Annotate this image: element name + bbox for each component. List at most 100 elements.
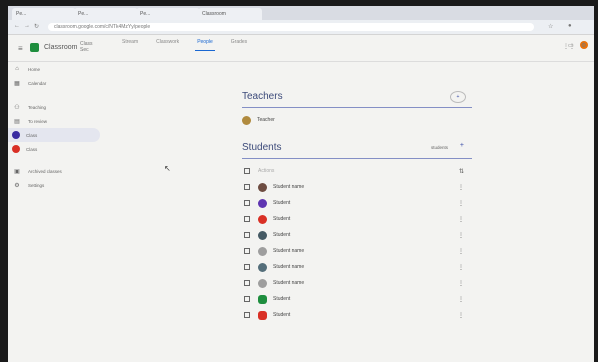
table-row[interactable]: Student ⋮ (242, 307, 472, 323)
table-row[interactable]: Student ⋮ (242, 195, 472, 211)
avatar (258, 278, 267, 288)
table-row[interactable]: Student ⋮ (242, 291, 472, 307)
divider (242, 158, 472, 159)
sort-icon[interactable]: ⇅ (459, 168, 464, 175)
class-avatar (12, 131, 20, 139)
row-checkbox[interactable] (244, 280, 250, 286)
teachers-heading: Teachers (242, 91, 283, 102)
sidebar-item-settings[interactable]: ⚙ Settings (8, 178, 100, 192)
sidebar: ⌂ Home ▦ Calendar ⚇ Teaching ▤ To review Cla… (8, 62, 100, 192)
back-icon[interactable]: ← (14, 23, 20, 29)
more-vert-icon[interactable]: ⋮ (458, 312, 464, 319)
more-vert-icon[interactable]: ⋮ (458, 184, 464, 191)
sidebar-item-to-review[interactable]: ▤ To review (8, 114, 100, 128)
class-section: Sec (80, 47, 89, 53)
profile-icon[interactable]: ● (568, 23, 572, 29)
classroom-logo-icon (30, 43, 39, 52)
more-vert-icon[interactable]: ⋮ (458, 280, 464, 287)
student-name: Student (273, 216, 291, 222)
row-checkbox[interactable] (244, 312, 250, 318)
table-row[interactable]: Student name ⋮ (242, 243, 472, 259)
row-checkbox[interactable] (244, 296, 250, 302)
app-header: ≡ Classroom Class Sec ⋮⋮ (8, 35, 594, 62)
more-vert-icon[interactable]: ⋮ (458, 216, 464, 223)
archive-icon: ▣ (14, 168, 20, 175)
avatar (258, 230, 267, 240)
row-checkbox[interactable] (244, 232, 250, 238)
people-icon: ⚇ (14, 104, 20, 111)
student-name: Student name (273, 184, 305, 190)
more-vert-icon[interactable]: ⋮ (458, 232, 464, 239)
select-all-checkbox[interactable] (244, 168, 250, 174)
table-row[interactable]: Student ⋮ (242, 211, 472, 227)
more-vert-icon[interactable]: ⋮ (458, 248, 464, 255)
sidebar-item-teaching[interactable]: ⚇ Teaching (8, 100, 100, 114)
row-checkbox[interactable] (244, 248, 250, 254)
sidebar-item-class[interactable]: Class (8, 128, 100, 142)
forward-icon[interactable]: → (24, 23, 30, 29)
divider (242, 107, 472, 108)
row-checkbox[interactable] (244, 264, 250, 270)
browser-tab[interactable]: Pe... (74, 8, 138, 20)
star-icon[interactable]: ☆ (548, 23, 553, 30)
table-row[interactable]: Student ⋮ (242, 227, 472, 243)
select-all-row: Actions ⇅ (242, 163, 472, 179)
avatar (258, 310, 267, 320)
breadcrumb[interactable]: Class Sec (80, 41, 110, 53)
actions-dropdown[interactable]: Actions (258, 168, 274, 174)
avatar (258, 198, 267, 208)
class-tabs: Stream Classwork People Grades (120, 39, 249, 51)
browser-tab-active[interactable]: Classroom (198, 8, 262, 20)
student-name: Student (273, 296, 291, 302)
student-name: Student (273, 232, 291, 238)
student-count: students (430, 145, 448, 150)
avatar (258, 246, 267, 256)
student-name: Student name (273, 248, 305, 254)
row-checkbox[interactable] (244, 200, 250, 206)
table-row[interactable]: Student name ⋮ (242, 179, 472, 195)
avatar (258, 214, 267, 224)
avatar (258, 294, 267, 304)
more-vert-icon[interactable]: ⋮ (458, 264, 464, 271)
row-checkbox[interactable] (244, 216, 250, 222)
student-name: Student name (273, 264, 305, 270)
gear-icon: ⚙ (14, 182, 20, 189)
more-vert-icon[interactable]: ⋮ (458, 200, 464, 207)
more-vert-icon[interactable]: ⋮ (458, 296, 464, 303)
tab-grades[interactable]: Grades (229, 39, 249, 51)
tab-people[interactable]: People (195, 39, 215, 51)
hamburger-menu-icon[interactable]: ≡ (18, 44, 23, 53)
sidebar-item-home[interactable]: ⌂ Home (8, 62, 100, 76)
sidebar-item-calendar[interactable]: ▦ Calendar (8, 76, 100, 90)
browser-tab[interactable]: Pe... (12, 8, 76, 20)
mouse-cursor-icon: ↖ (164, 164, 171, 173)
table-row[interactable]: Student name ⋮ (242, 275, 472, 291)
invite-teachers-button[interactable]: + (450, 91, 466, 103)
tab-stream[interactable]: Stream (120, 39, 140, 51)
url-field[interactable]: classroom.google.com/c/NTk4MzYy/people (48, 23, 534, 31)
row-checkbox[interactable] (244, 184, 250, 190)
home-icon: ⌂ (15, 66, 19, 72)
review-icon: ▤ (14, 118, 20, 125)
app-title[interactable]: Classroom (44, 44, 77, 51)
teacher-row[interactable]: Teacher (242, 112, 472, 128)
people-panel: Teachers + Teacher Students students + A… (242, 91, 472, 323)
class-avatar (12, 145, 20, 153)
browser-window: Pe... Pe... Pe... Classroom ← → ↻ classr… (8, 6, 594, 362)
tab-bar: Pe... Pe... Pe... Classroom (8, 6, 594, 20)
avatar (258, 182, 267, 192)
sidebar-item-archived[interactable]: ▣ Archived classes (8, 164, 100, 178)
teacher-name: Teacher (257, 117, 275, 123)
avatar (242, 115, 251, 125)
table-row[interactable]: Student name ⋮ (242, 259, 472, 275)
reload-icon[interactable]: ↻ (34, 23, 39, 30)
sidebar-item-class[interactable]: Class (8, 142, 100, 156)
invite-students-icon[interactable]: + (460, 142, 464, 149)
browser-tab[interactable]: Pe... (136, 8, 200, 20)
avatar (258, 262, 267, 272)
settings-icon[interactable]: ⚙ (581, 42, 586, 49)
calendar-icon[interactable]: ▭ (568, 42, 574, 49)
tab-classwork[interactable]: Classwork (154, 39, 181, 51)
student-name: Student (273, 200, 291, 206)
student-name: Student name (273, 280, 305, 286)
